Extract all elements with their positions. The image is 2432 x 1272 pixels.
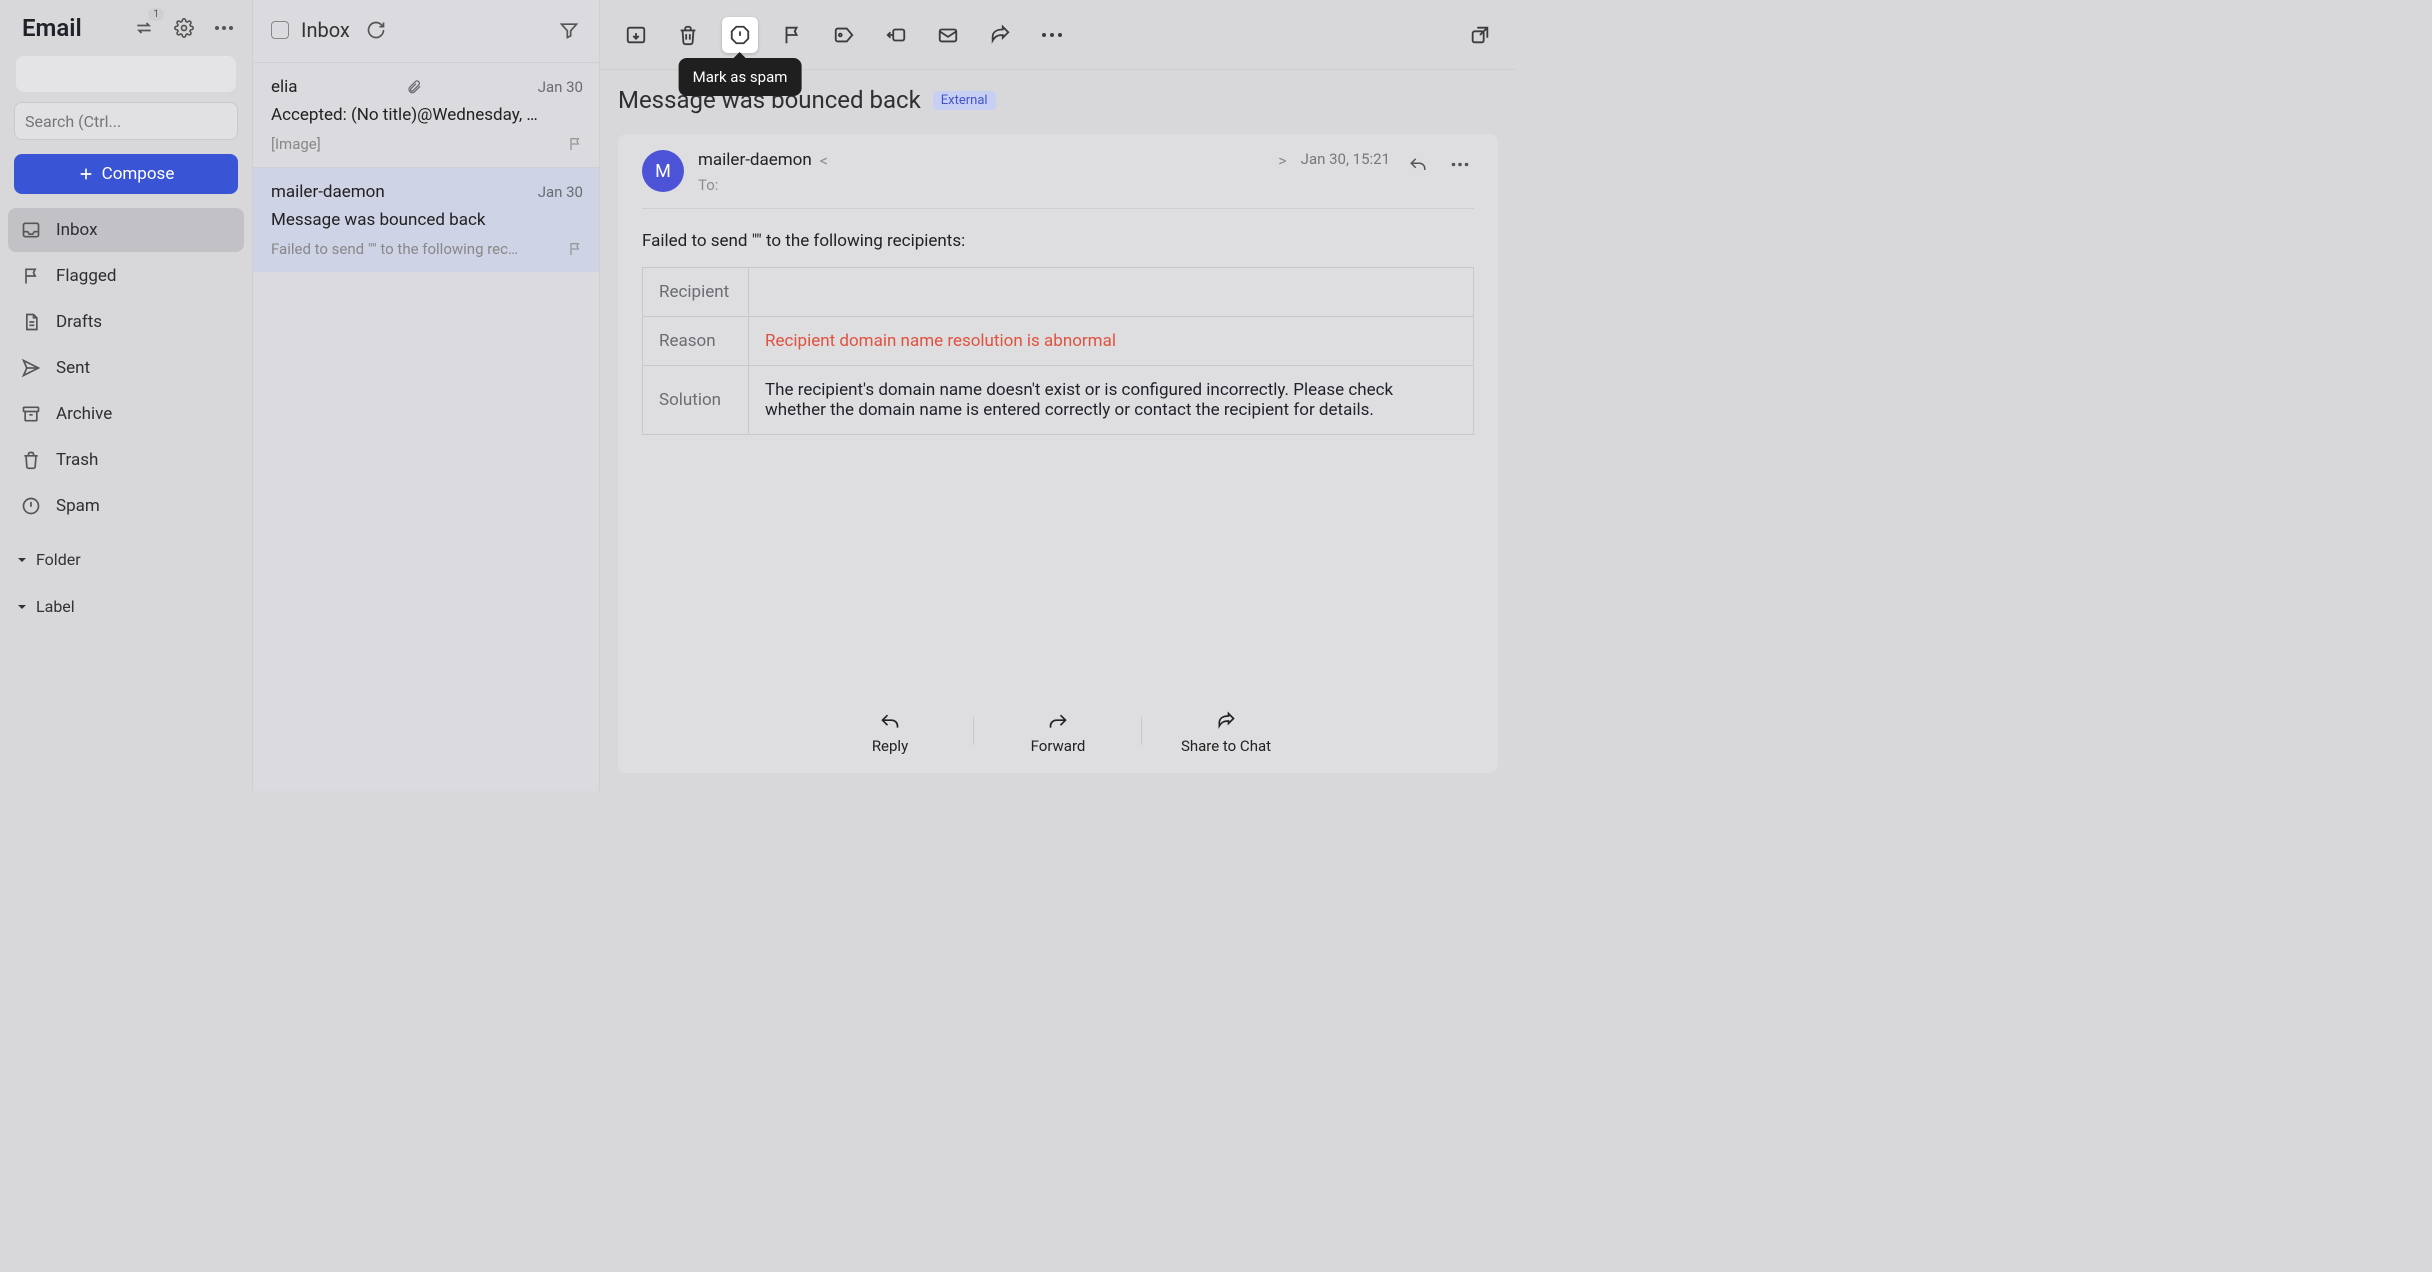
settings-icon[interactable] xyxy=(172,16,196,40)
sidebar-item-drafts[interactable]: Drafts xyxy=(8,300,244,344)
sidebar-item-label: Sent xyxy=(56,358,90,378)
trash-icon xyxy=(20,449,42,471)
chevron-down-icon xyxy=(16,601,28,613)
sidebar-item-archive[interactable]: Archive xyxy=(8,392,244,436)
sidebar-item-label: Inbox xyxy=(56,220,98,240)
reply-icon[interactable] xyxy=(1404,150,1432,178)
message-from: elia xyxy=(271,77,298,97)
folder-list: Inbox Flagged Drafts Sent Archive Trash Spam xyxy=(8,208,244,528)
archive-icon xyxy=(20,403,42,425)
from-bracket-open: < xyxy=(820,151,828,170)
body-intro: Failed to send "" to the following recip… xyxy=(642,209,1474,267)
sidebar-item-spam[interactable]: Spam xyxy=(8,484,244,528)
compose-button[interactable]: Compose xyxy=(14,154,238,194)
message-subject: Message was bounced back xyxy=(271,210,583,230)
popout-button[interactable] xyxy=(1462,17,1498,53)
share-chat-button[interactable]: Share to Chat xyxy=(1142,711,1310,755)
plus-icon xyxy=(78,166,94,182)
message-snippet: Failed to send "" to the following rec… xyxy=(271,240,567,258)
message-date: Jan 30, 15:21 xyxy=(1301,150,1390,168)
attachment-icon xyxy=(406,79,422,95)
flag-button[interactable] xyxy=(774,17,810,53)
refresh-icon[interactable] xyxy=(362,16,390,44)
sidebar-item-label: Drafts xyxy=(56,312,102,332)
doc-icon xyxy=(20,311,42,333)
search-input[interactable] xyxy=(25,112,228,131)
inbox-icon xyxy=(20,219,42,241)
reply-icon xyxy=(880,711,900,731)
reason-label: Reason xyxy=(643,317,749,366)
message-item[interactable]: mailer-daemon Jan 30 Message was bounced b… xyxy=(253,167,599,272)
archive-button[interactable] xyxy=(618,17,654,53)
solution-value: The recipient's domain name doesn't exis… xyxy=(749,366,1474,435)
account-placeholder[interactable] xyxy=(16,56,236,92)
flag-icon xyxy=(20,265,42,287)
share-button[interactable] xyxy=(982,17,1018,53)
search-box[interactable] xyxy=(14,102,238,140)
external-badge: External xyxy=(933,91,996,110)
mark-spam-button[interactable] xyxy=(722,17,758,53)
select-all-checkbox[interactable] xyxy=(271,21,289,39)
message-snippet: [Image] xyxy=(271,135,567,153)
section-folder[interactable]: Folder xyxy=(8,544,244,575)
folder-title: Inbox xyxy=(301,18,350,42)
message-list-pane: Inbox elia Jan 30 Accepted: (No title)@Wed… xyxy=(252,0,600,791)
sidebar-item-flagged[interactable]: Flagged xyxy=(8,254,244,298)
sidebar-item-label: Trash xyxy=(56,450,98,470)
section-label[interactable]: Label xyxy=(8,591,244,622)
message-more-icon[interactable] xyxy=(1446,150,1474,178)
swap-badge: 1 xyxy=(148,8,164,21)
spam-tooltip: Mark as spam xyxy=(679,58,802,96)
message-list: elia Jan 30 Accepted: (No title)@Wednesday… xyxy=(253,62,599,791)
filter-icon[interactable] xyxy=(555,16,583,44)
swap-icon[interactable]: 1 xyxy=(132,16,156,40)
message-card: M mailer-daemon < > To: Jan 30, 15:21 xyxy=(618,134,1498,773)
sidebar-item-trash[interactable]: Trash xyxy=(8,438,244,482)
app-title: Email xyxy=(22,14,82,42)
mark-unread-button[interactable] xyxy=(930,17,966,53)
toolbar-more-button[interactable] xyxy=(1034,17,1070,53)
sidebar: Email 1 Compose I xyxy=(0,0,252,791)
chevron-down-icon xyxy=(16,554,28,566)
flag-icon[interactable] xyxy=(567,241,583,257)
forward-button[interactable]: Forward xyxy=(974,711,1142,755)
message-from: mailer-daemon xyxy=(271,182,385,202)
message-date: Jan 30 xyxy=(538,78,583,96)
flag-icon[interactable] xyxy=(567,136,583,152)
forward-icon xyxy=(1048,711,1068,731)
compose-label: Compose xyxy=(102,164,175,184)
sidebar-item-label: Archive xyxy=(56,404,112,424)
from-name: mailer-daemon xyxy=(698,150,812,170)
spam-icon xyxy=(20,495,42,517)
sidebar-item-sent[interactable]: Sent xyxy=(8,346,244,390)
from-bracket-close: > xyxy=(1278,151,1286,170)
sidebar-item-label: Spam xyxy=(56,496,100,516)
to-label: To: xyxy=(698,176,1287,194)
sidebar-item-label: Flagged xyxy=(56,266,116,286)
message-subject: Accepted: (No title)@Wednesday, … xyxy=(271,105,583,125)
message-item[interactable]: elia Jan 30 Accepted: (No title)@Wednesday… xyxy=(253,62,599,167)
reason-value: Recipient domain name resolution is abno… xyxy=(765,331,1116,351)
message-date: Jan 30 xyxy=(538,183,583,201)
move-button[interactable] xyxy=(878,17,914,53)
more-icon[interactable] xyxy=(212,16,236,40)
share-icon xyxy=(1216,711,1236,731)
sidebar-item-inbox[interactable]: Inbox xyxy=(8,208,244,252)
label-button[interactable] xyxy=(826,17,862,53)
recipient-label: Recipient xyxy=(643,268,749,317)
reader-toolbar: Mark as spam xyxy=(600,0,1516,70)
sender-avatar: M xyxy=(642,150,684,192)
send-icon xyxy=(20,357,42,379)
bounce-table: Recipient Reason Recipient domain name r… xyxy=(642,267,1474,435)
reader-pane: Mark as spam Message was bounced back Ex… xyxy=(600,0,1516,791)
solution-label: Solution xyxy=(643,366,749,435)
recipient-value xyxy=(749,268,1474,317)
reply-button[interactable]: Reply xyxy=(806,711,974,755)
delete-button[interactable] xyxy=(670,17,706,53)
